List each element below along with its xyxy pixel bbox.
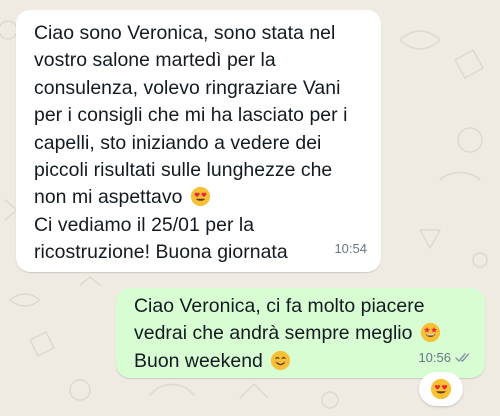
outgoing-message-time: 10:56 <box>418 349 451 365</box>
star-struck-emoji-icon <box>420 322 441 343</box>
outgoing-message-line-2: vedrai che andrà sempre meglio <box>134 322 413 345</box>
incoming-message-tail-text: Ci vediamo il 25/01 per la ricostruzione… <box>34 213 288 264</box>
incoming-message-text: Ciao sono Veronica, sono stata nel vostr… <box>34 20 365 267</box>
outgoing-message-bubble[interactable]: Ciao Veronica, ci fa molto piacere vedra… <box>116 288 485 378</box>
incoming-message-meta: 10:54 <box>334 235 367 262</box>
message-reaction[interactable] <box>419 372 463 406</box>
outgoing-message-line-1: Ciao Veronica, ci fa molto piacere <box>134 295 425 317</box>
incoming-message-body: Ciao sono Veronica, sono stata nel vostr… <box>34 22 348 209</box>
smiling-emoji-icon <box>270 350 291 371</box>
outgoing-message-meta: 10:56 <box>418 344 473 371</box>
heart-eyes-emoji-icon <box>190 186 211 207</box>
heart-eyes-reaction-icon <box>430 378 452 400</box>
incoming-message-time: 10:54 <box>334 240 367 256</box>
outgoing-message-line-3: Buon weekend <box>134 349 263 372</box>
read-receipt-ticks-icon <box>455 353 470 362</box>
incoming-message-bubble[interactable]: Ciao sono Veronica, sono stata nel vostr… <box>16 10 381 272</box>
